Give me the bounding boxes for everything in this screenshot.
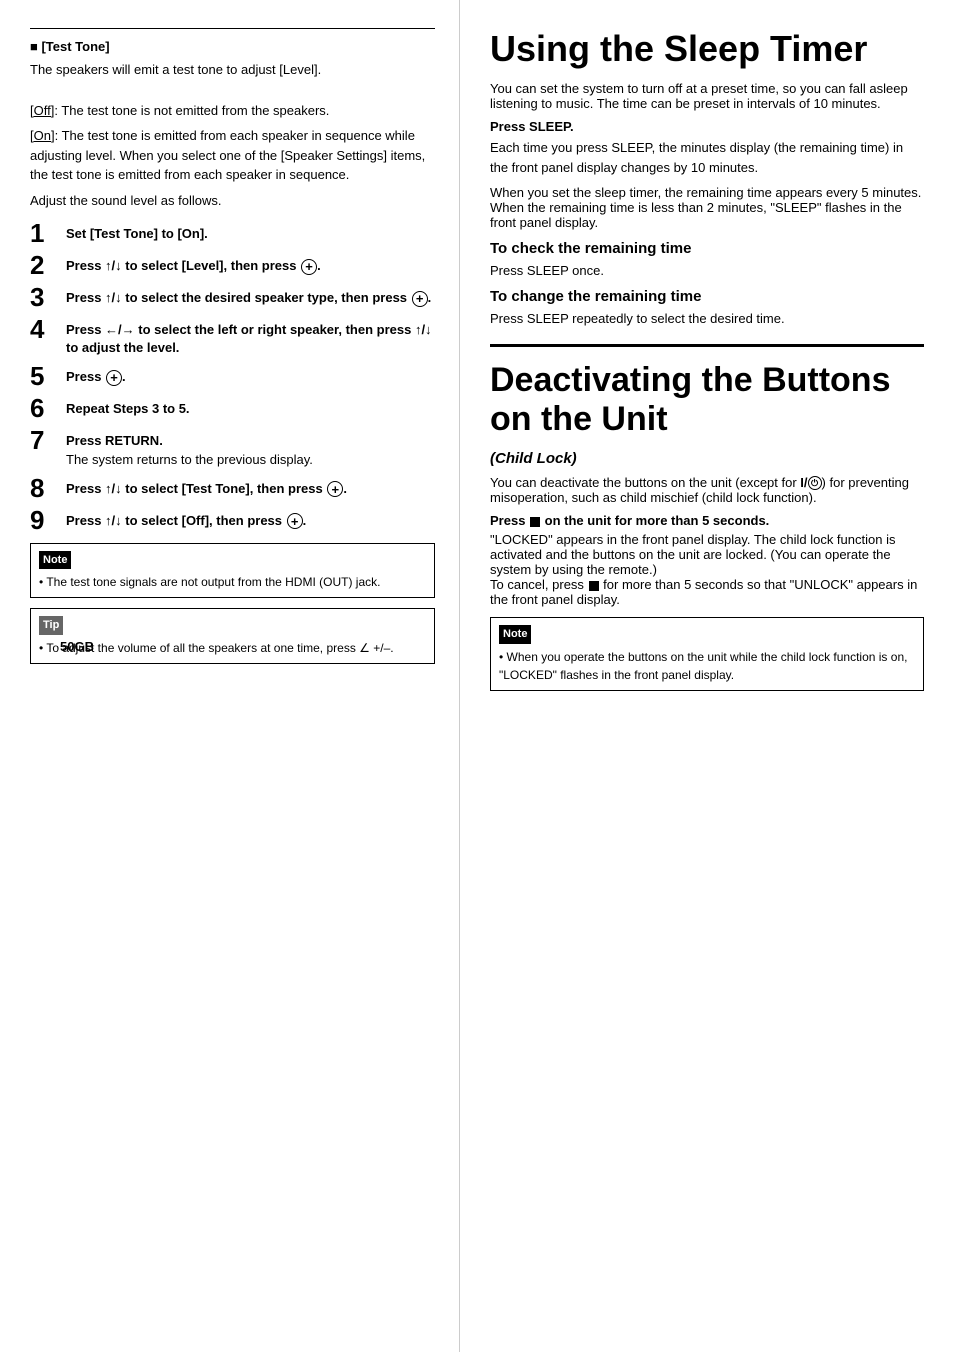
step-9-text: Press ↑/↓ to select [Off], then press +. bbox=[66, 507, 306, 530]
power-symbol: I/⏻ bbox=[800, 475, 821, 490]
child-lock-intro: You can deactivate the buttons on the un… bbox=[490, 475, 924, 506]
page: [Test Tone] The speakers will emit a tes… bbox=[0, 0, 954, 1352]
power-circle-icon: ⏻ bbox=[808, 476, 822, 490]
note-content: • The test tone signals are not output f… bbox=[39, 573, 426, 591]
tip-box: Tip • To adjust the volume of all the sp… bbox=[30, 608, 435, 664]
child-lock-header: (Child Lock) bbox=[490, 450, 924, 467]
step-4-text: Press ←/→ to select the left or right sp… bbox=[66, 316, 435, 357]
tip-content: • To adjust the volume of all the speake… bbox=[39, 639, 426, 657]
change-time-text: Press SLEEP repeatedly to select the des… bbox=[490, 311, 924, 326]
circle-plus-icon-3: + bbox=[412, 291, 428, 307]
step-6-text: Repeat Steps 3 to 5. bbox=[66, 395, 190, 418]
step-9-num: 9 bbox=[30, 507, 58, 533]
circle-plus-icon: + bbox=[301, 259, 317, 275]
step-7: 7 Press RETURN.The system returns to the… bbox=[30, 427, 435, 468]
stop-icon-2 bbox=[589, 581, 599, 591]
press-stop-text1: "LOCKED" appears in the front panel disp… bbox=[490, 532, 924, 577]
circle-plus-icon-5: + bbox=[106, 370, 122, 386]
step-5-num: 5 bbox=[30, 363, 58, 389]
step-8-num: 8 bbox=[30, 475, 58, 501]
sleep-timer-section: Using the Sleep Timer You can set the sy… bbox=[490, 28, 924, 326]
check-time-text: Press SLEEP once. bbox=[490, 263, 924, 278]
note-label: Note bbox=[39, 551, 71, 570]
on-label: [On] bbox=[30, 128, 55, 143]
step-7-num: 7 bbox=[30, 427, 58, 453]
test-tone-header: [Test Tone] bbox=[30, 39, 435, 54]
step-5-text: Press +. bbox=[66, 363, 126, 386]
deactivating-title: Deactivating the Buttons on the Unit bbox=[490, 361, 924, 439]
left-column: [Test Tone] The speakers will emit a tes… bbox=[0, 0, 460, 1352]
top-divider bbox=[30, 28, 435, 29]
step-6-num: 6 bbox=[30, 395, 58, 421]
circle-plus-icon-9: + bbox=[287, 513, 303, 529]
step-4-num: 4 bbox=[30, 316, 58, 342]
stop-icon bbox=[530, 517, 540, 527]
step-3: 3 Press ↑/↓ to select the desired speake… bbox=[30, 284, 435, 310]
deactivating-note-box: Note • When you operate the buttons on t… bbox=[490, 617, 924, 691]
note-box: Note • The test tone signals are not out… bbox=[30, 543, 435, 599]
timer-note2: When the remaining time is less than 2 m… bbox=[490, 200, 924, 230]
circle-plus-icon-8: + bbox=[327, 481, 343, 497]
press-sleep-text: Each time you press SLEEP, the minutes d… bbox=[490, 138, 924, 177]
deactivating-note-label: Note bbox=[499, 625, 531, 644]
press-stop-header: Press on the unit for more than 5 second… bbox=[490, 513, 924, 528]
step-7-subtext: The system returns to the previous displ… bbox=[66, 452, 313, 467]
steps-list: 1 Set [Test Tone] to [On]. 2 Press ↑/↓ t… bbox=[30, 220, 435, 533]
step-2-num: 2 bbox=[30, 252, 58, 278]
intro-text: The speakers will emit a test tone to ad… bbox=[30, 60, 435, 80]
press-stop-text2: To cancel, press for more than 5 seconds… bbox=[490, 577, 924, 607]
step-5: 5 Press +. bbox=[30, 363, 435, 389]
on-text: [On]: The test tone is emitted from each… bbox=[30, 126, 435, 185]
step-6: 6 Repeat Steps 3 to 5. bbox=[30, 395, 435, 421]
step-2: 2 Press ↑/↓ to select [Level], then pres… bbox=[30, 252, 435, 278]
deactivating-section: Deactivating the Buttons on the Unit (Ch… bbox=[490, 361, 924, 690]
step-8-text: Press ↑/↓ to select [Test Tone], then pr… bbox=[66, 475, 347, 498]
page-number: 50GB bbox=[60, 639, 94, 654]
tip-label: Tip bbox=[39, 616, 63, 635]
timer-note1: When you set the sleep timer, the remain… bbox=[490, 185, 924, 200]
step-2-text: Press ↑/↓ to select [Level], then press … bbox=[66, 252, 321, 275]
step-9: 9 Press ↑/↓ to select [Off], then press … bbox=[30, 507, 435, 533]
deactivating-note-content: • When you operate the buttons on the un… bbox=[499, 648, 915, 684]
step-8: 8 Press ↑/↓ to select [Test Tone], then … bbox=[30, 475, 435, 501]
step-7-text: Press RETURN.The system returns to the p… bbox=[66, 427, 313, 468]
step-1: 1 Set [Test Tone] to [On]. bbox=[30, 220, 435, 246]
step-1-num: 1 bbox=[30, 220, 58, 246]
off-label: [Off] bbox=[30, 103, 54, 118]
section-divider bbox=[490, 344, 924, 347]
step-1-text: Set [Test Tone] to [On]. bbox=[66, 220, 208, 243]
step-3-text: Press ↑/↓ to select the desired speaker … bbox=[66, 284, 431, 307]
step-3-num: 3 bbox=[30, 284, 58, 310]
press-sleep-header: Press SLEEP. bbox=[490, 119, 924, 134]
change-time-header: To change the remaining time bbox=[490, 288, 924, 305]
sleep-timer-title: Using the Sleep Timer bbox=[490, 28, 924, 69]
sleep-timer-intro: You can set the system to turn off at a … bbox=[490, 81, 924, 111]
check-time-header: To check the remaining time bbox=[490, 240, 924, 257]
adjust-text: Adjust the sound level as follows. bbox=[30, 191, 435, 211]
off-text: [Off]: The test tone is not emitted from… bbox=[30, 101, 435, 121]
step-4: 4 Press ←/→ to select the left or right … bbox=[30, 316, 435, 357]
right-column: Using the Sleep Timer You can set the sy… bbox=[460, 0, 954, 1352]
